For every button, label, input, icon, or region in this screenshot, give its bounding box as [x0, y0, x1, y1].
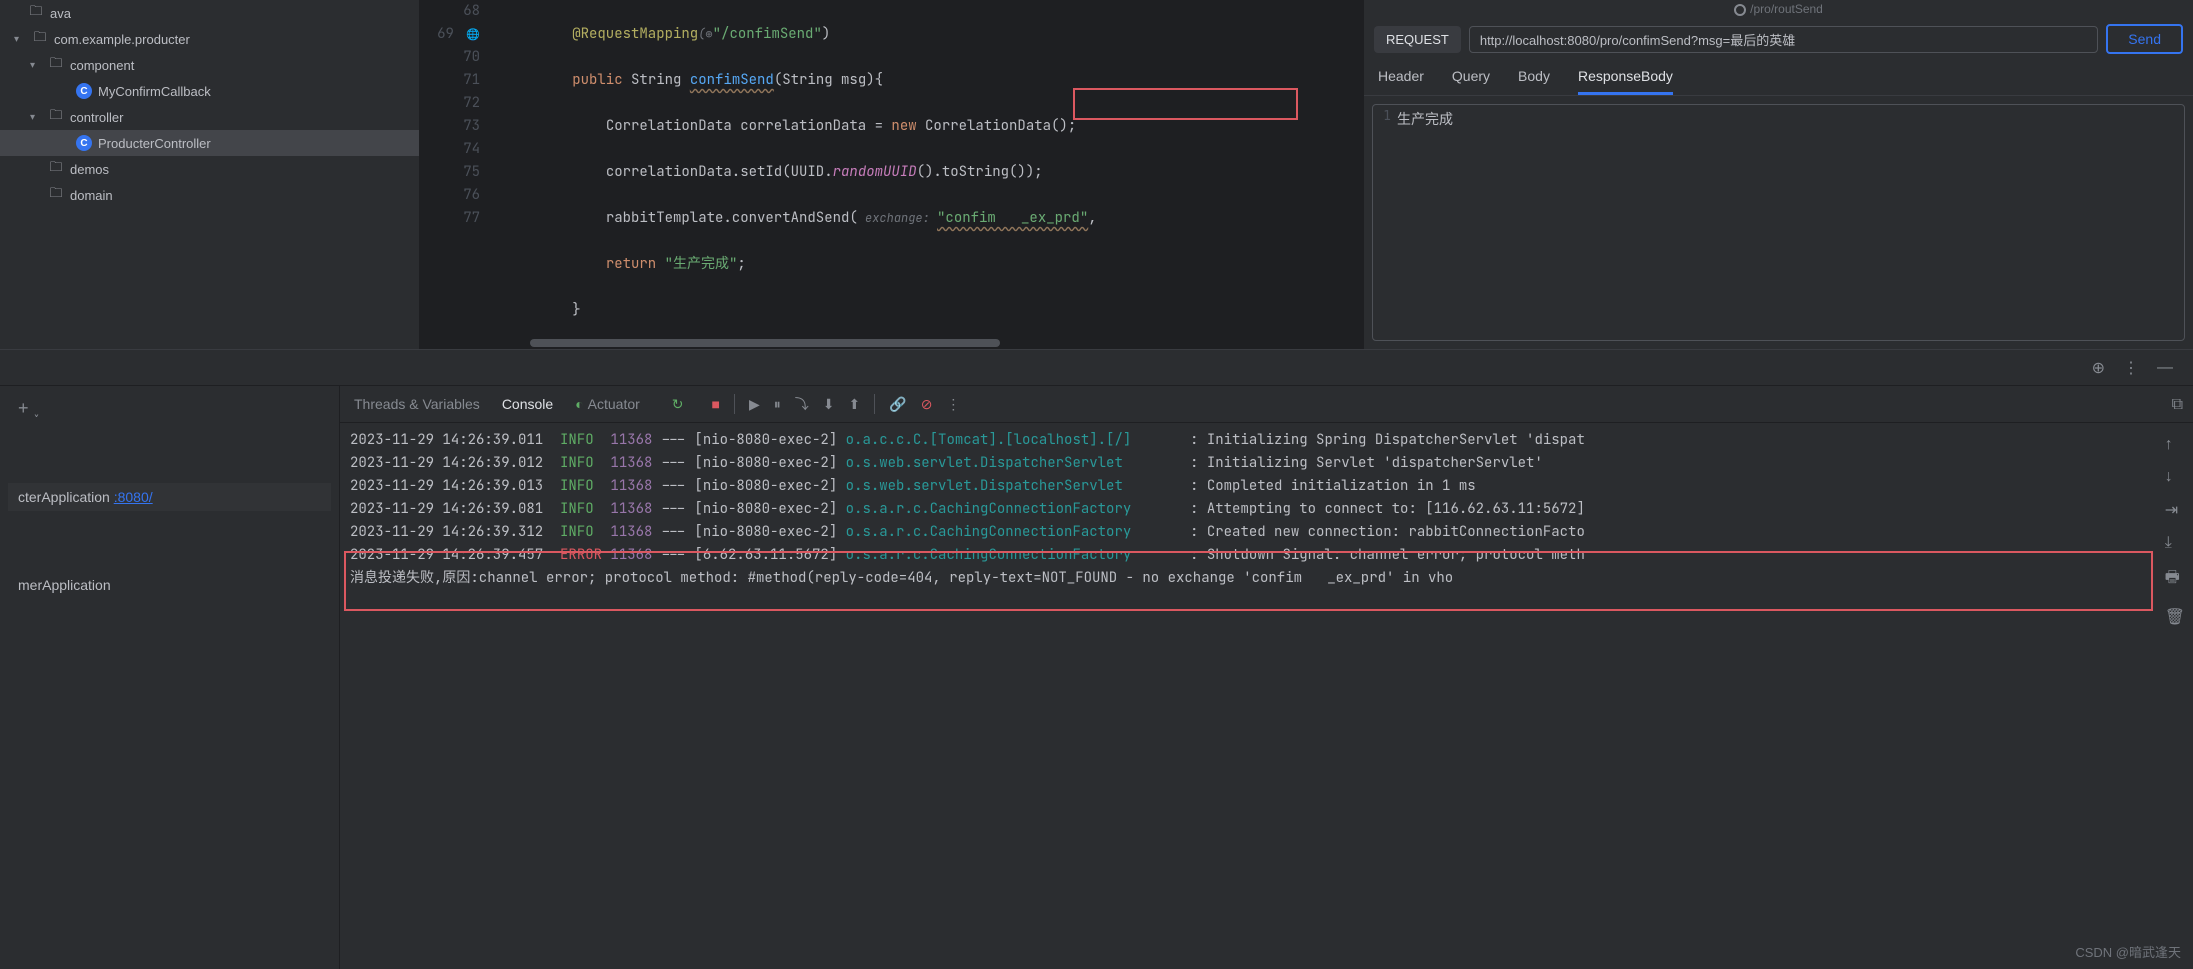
console-output[interactable]: 2023-11-29 14:26:39.011 INFO 11368 --- [… [340, 423, 2193, 969]
tree-item-ProducterController[interactable]: C ProducterController [0, 130, 419, 156]
slash-icon[interactable]: ⊘ [921, 396, 933, 413]
folder-icon: 🗀 [32, 31, 48, 47]
tree-label: controller [70, 110, 123, 125]
folder-icon: 🗀 [48, 187, 64, 203]
class-icon: C [76, 83, 92, 99]
tree-label: demos [70, 162, 109, 177]
run-configs-panel: + ˯ cterApplication :8080/merApplication [0, 386, 340, 969]
pause-icon[interactable]: ⏸ [774, 396, 781, 413]
resume-icon[interactable]: ▶ [749, 396, 760, 413]
arrow-down-icon[interactable]: ↓ [2165, 468, 2185, 486]
tab-console[interactable]: Console [502, 396, 553, 412]
upload-icon[interactable]: ⬆ [849, 396, 861, 413]
rest-hint: /pro/routSend [1364, 0, 2193, 20]
globe-icon: 🌐 [466, 28, 480, 42]
tree-label: component [70, 58, 134, 73]
tree-item-MyConfirmCallback[interactable]: C MyConfirmCallback [0, 78, 419, 104]
more-console-icon[interactable]: ⋮ [946, 396, 960, 413]
actuator-icon: ◐ [575, 396, 583, 412]
rest-tab-responsebody[interactable]: ResponseBody [1578, 68, 1673, 95]
tree-item-component[interactable]: ▾🗀component [0, 52, 419, 78]
circle-icon [1734, 4, 1746, 16]
rest-tab-header[interactable]: Header [1378, 68, 1424, 95]
response-body[interactable]: 1 生产完成 [1372, 104, 2185, 341]
watermark: CSDN @暗武逢天 [2075, 942, 2181, 961]
tab-threads[interactable]: Threads & Variables [354, 396, 480, 412]
tree-label: MyConfirmCallback [98, 84, 211, 99]
folder-icon: 🗀 [48, 161, 64, 177]
target-icon[interactable]: ⊕ [2092, 358, 2105, 378]
folder-icon: 🗀 [48, 109, 64, 125]
tree-label: domain [70, 188, 113, 203]
more-icon[interactable]: ⋮ [2123, 358, 2139, 378]
console-tabs: Threads & Variables Console ◐Actuator ↻ … [340, 386, 2193, 423]
rest-client-panel: /pro/routSend REQUEST Send Header Query Bo… [1363, 0, 2193, 349]
folder-icon: 🗀 [28, 5, 44, 21]
separator [734, 394, 735, 414]
download-icon[interactable]: ⬇ [823, 396, 835, 413]
tree-item-ava[interactable]: 🗀 ava [0, 0, 419, 26]
rest-tab-body[interactable]: Body [1518, 68, 1550, 95]
add-config-button[interactable]: + ˯ [8, 394, 331, 423]
trash-icon[interactable]: 🗑 [2165, 607, 2185, 627]
send-button[interactable]: Send [2106, 24, 2183, 54]
request-method-button[interactable]: REQUEST [1374, 26, 1461, 53]
tree-label: ProducterController [98, 136, 211, 151]
separator [874, 394, 875, 414]
run-item[interactable]: cterApplication :8080/ [8, 483, 331, 511]
rest-tab-query[interactable]: Query [1452, 68, 1490, 95]
response-content: 生产完成 [1397, 109, 2180, 336]
scroll-icon[interactable]: ⤓ [2165, 534, 2185, 552]
folder-icon: 🗀 [48, 57, 64, 73]
tree-label: com.example.producter [54, 32, 190, 47]
console-side-icons: ↑ ↓ ⇥ ⤓ 🖶 🗑 [2165, 436, 2185, 627]
tree-item-domain[interactable]: 🗀 domain [0, 182, 419, 208]
rerun-icon[interactable]: ↻ [672, 396, 684, 413]
code-editor[interactable]: 68 69 🌐 70 71 72 73 74 75 76 77 @Request… [420, 0, 1363, 349]
link-icon[interactable]: 🔗 [889, 396, 906, 413]
tool-window-topbar: ⊕ ⋮ — [0, 350, 2193, 386]
layout-icon[interactable]: ⧉ [2172, 396, 2183, 414]
class-icon: C [76, 135, 92, 151]
tab-actuator[interactable]: ◐Actuator [575, 396, 640, 412]
run-item[interactable]: merApplication [8, 571, 331, 599]
project-tree: 🗀ava▾🗀com.example.producter▾🗀componentCM… [0, 0, 420, 349]
tree-label: ava [50, 6, 71, 21]
rest-tabs: Header Query Body ResponseBody [1364, 58, 2193, 96]
wrap-icon[interactable]: ⇥ [2165, 500, 2185, 520]
print-icon[interactable]: 🖶 [2165, 566, 2185, 593]
step-icon[interactable]: ⤵ [795, 394, 809, 414]
code-content[interactable]: @RequestMapping(⊕"/confimSend") public S… [505, 0, 1363, 349]
url-input[interactable] [1469, 26, 2098, 53]
line-gutter: 68 69 🌐 70 71 72 73 74 75 76 77 [420, 0, 505, 349]
tree-item-demos[interactable]: 🗀 demos [0, 156, 419, 182]
stop-icon[interactable]: ■ [712, 396, 720, 412]
horizontal-scrollbar[interactable] [530, 339, 1000, 347]
tree-item-com-example-producter[interactable]: ▾🗀com.example.producter [0, 26, 419, 52]
response-line-num: 1 [1377, 109, 1397, 336]
minimize-icon[interactable]: — [2157, 359, 2173, 377]
arrow-up-icon[interactable]: ↑ [2165, 436, 2185, 454]
tree-item-controller[interactable]: ▾🗀controller [0, 104, 419, 130]
